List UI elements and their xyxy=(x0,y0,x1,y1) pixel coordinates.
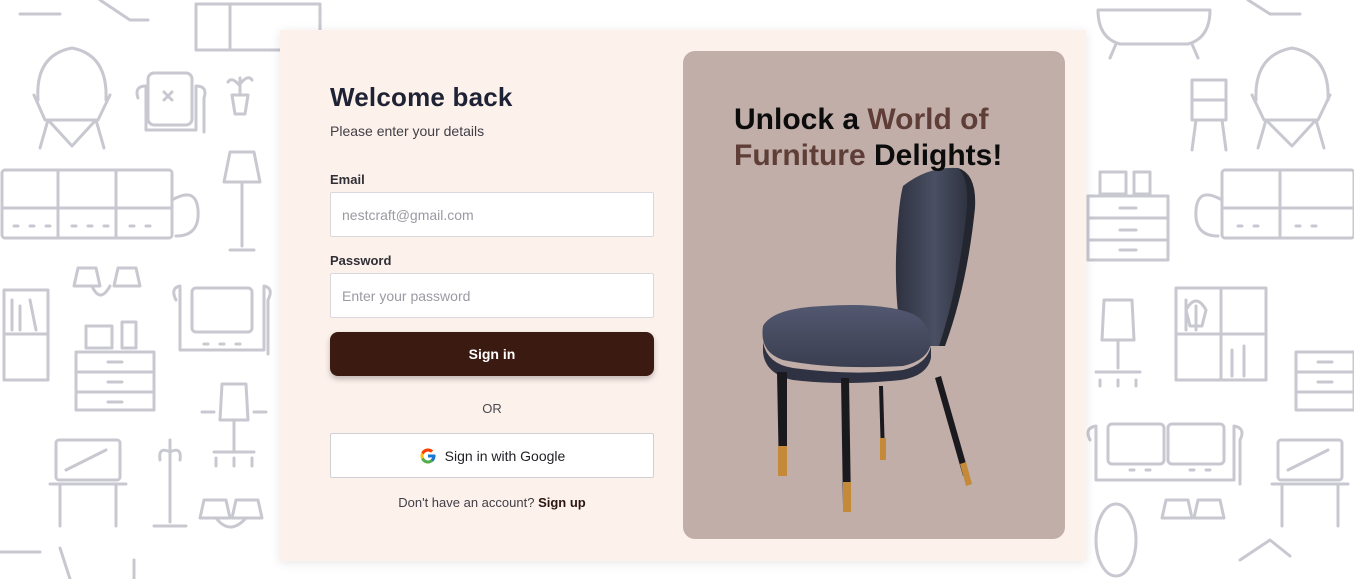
or-divider: OR xyxy=(482,401,502,416)
login-card: Welcome back Please enter your details E… xyxy=(280,30,1086,561)
sofa-chair-icon xyxy=(135,71,207,134)
office-chair-icon xyxy=(200,382,268,468)
promo-panel: Unlock a World of Furniture Delights! xyxy=(683,51,1065,539)
mirror-right-icon xyxy=(1094,498,1226,578)
cabinet-icon xyxy=(74,320,156,412)
bookshelf-right-icon xyxy=(1174,286,1268,382)
tv-table-right-icon xyxy=(1270,438,1350,528)
cabinet-right-icon xyxy=(1294,350,1354,412)
password-field[interactable] xyxy=(330,273,654,318)
no-account-text: Don't have an account? xyxy=(398,495,539,510)
lamp-right-icon xyxy=(1238,0,1302,562)
coat-rack-icon xyxy=(152,438,188,528)
bottom-pendant-icon xyxy=(0,498,264,579)
dresser-icon xyxy=(0,168,200,240)
chair-right-icon xyxy=(1190,78,1228,152)
google-sign-in-label: Sign in with Google xyxy=(444,447,566,464)
office-chair-right-icon xyxy=(1094,298,1142,388)
sign-in-button[interactable]: Sign in xyxy=(330,332,654,376)
email-field[interactable] xyxy=(330,192,654,237)
top-lamp-icon xyxy=(18,0,322,52)
google-logo-icon xyxy=(420,448,436,463)
email-label: Email xyxy=(330,172,365,187)
dresser-right-icon xyxy=(1194,168,1354,240)
promo-headline-part3: Delights! xyxy=(865,139,1003,172)
tv-table-icon xyxy=(48,438,128,528)
wall-lamps-icon xyxy=(72,266,142,297)
armchair-icon xyxy=(32,46,112,150)
bathtub-icon xyxy=(1096,8,1212,60)
armchair-2-icon xyxy=(172,284,272,356)
floor-lamp-icon xyxy=(222,150,262,252)
google-sign-in-button[interactable]: Sign in with Google xyxy=(330,433,654,478)
promo-headline: Unlock a World of Furniture Delights! xyxy=(734,102,1034,174)
promo-headline-part1: Unlock a xyxy=(734,103,868,136)
page-subtitle: Please enter your details xyxy=(330,123,485,139)
nightstand-icon xyxy=(1086,170,1170,262)
page-title: Welcome back xyxy=(330,82,513,112)
signup-prompt: Don't have an account? Sign up xyxy=(330,495,654,510)
sign-up-link[interactable]: Sign up xyxy=(538,495,586,510)
sofa-right-icon xyxy=(1086,422,1244,486)
plant-icon xyxy=(226,76,254,116)
chair-illustration xyxy=(762,167,976,512)
shelf-icon xyxy=(2,288,50,382)
armchair-right-icon xyxy=(1250,46,1332,150)
password-label: Password xyxy=(330,253,392,268)
